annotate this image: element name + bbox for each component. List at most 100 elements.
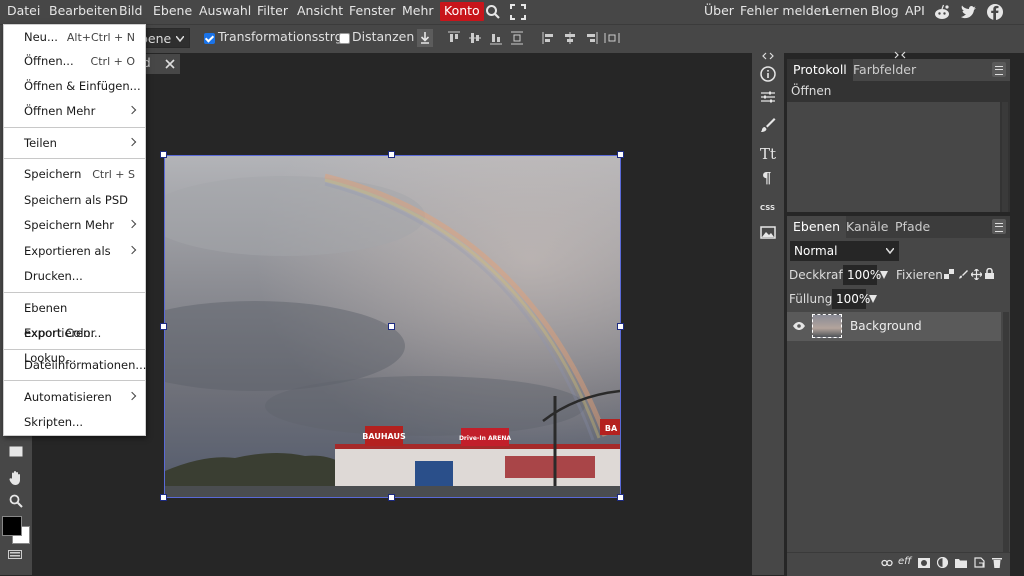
menu-bearbeiten[interactable]: Bearbeiten	[49, 0, 118, 24]
transform-handle[interactable]	[160, 323, 167, 330]
adjustments-icon[interactable]	[758, 87, 778, 107]
align-hcenter-icon[interactable]	[563, 31, 577, 45]
menu-mehr[interactable]: Mehr	[402, 0, 434, 24]
link-api[interactable]: API	[905, 0, 925, 24]
menu-item-file-info[interactable]: Dateiinformationen...	[4, 353, 146, 378]
menu-item-new[interactable]: Neu... Alt+Ctrl + N	[4, 25, 145, 50]
eye-icon[interactable]	[793, 322, 805, 330]
menu-item-export-as[interactable]: Exportieren als	[4, 239, 145, 264]
menu-auswahl[interactable]: Auswahl	[199, 0, 251, 24]
menu-datei[interactable]: Datei	[7, 0, 40, 24]
lock-all-icon[interactable]	[985, 268, 994, 279]
fullscreen-icon[interactable]	[509, 3, 527, 21]
fill-input[interactable]: 100%	[832, 289, 870, 309]
fill-dropdown-icon[interactable]	[869, 295, 877, 303]
menu-item-export-layers[interactable]: Ebenen exportieren...	[4, 296, 145, 340]
transform-handle[interactable]	[617, 323, 624, 330]
menu-item-scripts[interactable]: Skripten...	[4, 410, 145, 435]
align-bottom-icon[interactable]	[489, 31, 503, 45]
paragraph-icon[interactable]: ¶	[762, 169, 772, 187]
menu-item-automate[interactable]: Automatisieren	[4, 385, 145, 410]
chevron-right-icon	[127, 391, 137, 401]
menu-bild[interactable]: Bild	[119, 0, 142, 24]
new-group-icon[interactable]	[955, 558, 967, 568]
align-left-icon[interactable]	[542, 31, 556, 45]
lock-pixels-icon[interactable]	[958, 269, 968, 279]
mask-icon[interactable]	[918, 558, 930, 568]
align-vcenter-icon[interactable]	[468, 31, 482, 45]
tab-ebenen[interactable]: Ebenen	[787, 216, 847, 238]
collapse-arrows-icon[interactable]	[762, 52, 774, 60]
menu-item-print[interactable]: Drucken...	[4, 264, 145, 289]
history-entry[interactable]: Öffnen	[787, 81, 1000, 101]
menu-item-save[interactable]: Speichern Ctrl + S	[4, 162, 145, 187]
menu-divider	[4, 158, 145, 159]
lock-position-icon[interactable]	[971, 269, 982, 280]
menu-item-save-psd[interactable]: Speichern als PSD	[4, 188, 145, 213]
info-icon[interactable]	[758, 64, 778, 84]
effects-icon[interactable]: eff	[898, 556, 911, 567]
align-top-icon[interactable]	[447, 31, 461, 45]
menu-item-open-more[interactable]: Öffnen Mehr	[4, 99, 145, 124]
menu-konto[interactable]: Konto	[440, 2, 484, 21]
link-blog[interactable]: Blog	[871, 0, 899, 24]
transform-handle[interactable]	[617, 494, 624, 501]
layers-scrollbar[interactable]	[1003, 312, 1009, 552]
adjustment-layer-icon[interactable]	[937, 557, 948, 568]
css-icon[interactable]: CSS	[760, 204, 775, 212]
delete-layer-icon[interactable]	[992, 557, 1002, 568]
transform-handle[interactable]	[160, 494, 167, 501]
tab-farbfelder[interactable]: Farbfelder	[847, 59, 922, 81]
transform-controls-checkbox[interactable]	[204, 33, 215, 44]
distances-checkbox[interactable]	[339, 33, 350, 44]
menu-fenster[interactable]: Fenster	[349, 0, 395, 24]
blend-mode-select[interactable]: Normal	[790, 241, 899, 261]
layer-row[interactable]: Background	[787, 312, 1001, 341]
facebook-icon[interactable]	[986, 3, 1004, 21]
rectangle-tool-icon[interactable]	[9, 446, 23, 457]
image-icon[interactable]	[758, 222, 778, 242]
tab-pfade[interactable]: Pfade	[889, 216, 936, 238]
menu-item-export-lut[interactable]: Export Color Lookup...	[4, 321, 145, 365]
align-right-icon[interactable]	[584, 31, 598, 45]
history-scrollbar[interactable]	[1002, 102, 1008, 212]
lock-transparency-icon[interactable]	[944, 269, 954, 279]
link-lernen[interactable]: Lernen	[825, 0, 868, 24]
menu-item-share[interactable]: Teilen	[4, 131, 145, 156]
transform-handle[interactable]	[388, 494, 395, 501]
layers-panel-menu-icon[interactable]	[992, 219, 1006, 234]
opacity-input[interactable]: 100%	[843, 265, 881, 285]
keyboard-icon[interactable]	[8, 550, 22, 559]
hand-tool-icon[interactable]	[9, 470, 23, 485]
zoom-tool-icon[interactable]	[9, 494, 23, 508]
new-layer-icon[interactable]	[974, 557, 985, 568]
brush-icon[interactable]	[758, 115, 778, 135]
reddit-icon[interactable]	[933, 3, 951, 21]
tab-kanaele[interactable]: Kanäle	[840, 216, 894, 238]
distribute-vertical-icon[interactable]	[510, 31, 524, 45]
transform-handle[interactable]	[160, 151, 167, 158]
search-icon[interactable]	[484, 3, 502, 21]
twitter-icon[interactable]	[960, 3, 978, 21]
menu-filter[interactable]: Filter	[257, 0, 288, 24]
distribute-horizontal-icon[interactable]	[604, 31, 620, 45]
link-fehler-melden[interactable]: Fehler melden	[740, 0, 829, 24]
character-icon[interactable]: Tt	[760, 145, 776, 163]
close-icon[interactable]	[165, 59, 175, 69]
expand-arrows-icon[interactable]	[894, 51, 906, 59]
link-layers-icon[interactable]	[881, 559, 893, 567]
history-panel-menu-icon[interactable]	[992, 62, 1006, 77]
menu-item-save-more[interactable]: Speichern Mehr	[4, 213, 145, 238]
menu-ansicht[interactable]: Ansicht	[297, 0, 343, 24]
opacity-dropdown-icon[interactable]	[880, 271, 888, 279]
tab-protokoll[interactable]: Protokoll	[787, 59, 853, 81]
transform-handle[interactable]	[617, 151, 624, 158]
foreground-color-swatch-top[interactable]	[2, 516, 22, 536]
menu-item-open[interactable]: Öffnen... Ctrl + O	[4, 49, 145, 74]
transform-handle[interactable]	[388, 323, 395, 330]
download-icon[interactable]	[417, 29, 433, 47]
menu-ebene[interactable]: Ebene	[153, 0, 192, 24]
menu-item-open-insert[interactable]: Öffnen & Einfügen...	[4, 74, 145, 99]
transform-handle[interactable]	[388, 151, 395, 158]
link-ueber[interactable]: Über	[704, 0, 734, 24]
